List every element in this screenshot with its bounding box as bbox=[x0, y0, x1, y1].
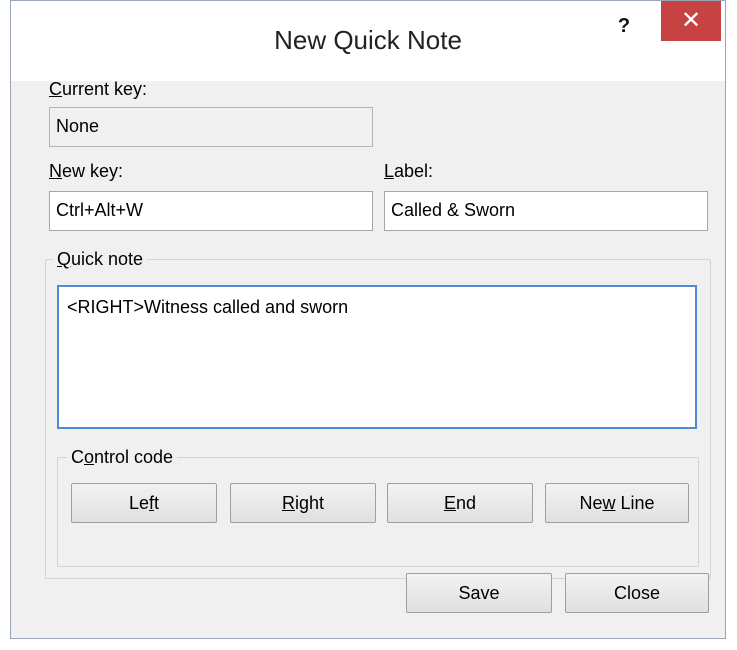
label-field[interactable]: Called & Sworn bbox=[384, 191, 708, 231]
save-button[interactable]: Save bbox=[406, 573, 552, 613]
current-key-label: Current key: bbox=[49, 79, 148, 99]
quick-note-dialog: New Quick Note ? ✕ Current key: None New… bbox=[10, 0, 726, 639]
title-bar: New Quick Note ? ✕ bbox=[11, 1, 725, 81]
left-button[interactable]: Left bbox=[71, 483, 217, 523]
help-icon[interactable]: ? bbox=[609, 11, 639, 41]
close-window-icon[interactable]: ✕ bbox=[661, 1, 721, 41]
new-line-button[interactable]: New Line bbox=[545, 483, 689, 523]
new-key-label: New key: bbox=[49, 161, 124, 181]
label-field-label: Label: bbox=[384, 161, 434, 181]
quick-note-textarea[interactable]: <RIGHT>Witness called and sworn bbox=[57, 285, 697, 429]
end-button[interactable]: End bbox=[387, 483, 533, 523]
current-key-field: None bbox=[49, 107, 373, 147]
close-button[interactable]: Close bbox=[565, 573, 709, 613]
right-button[interactable]: Right bbox=[230, 483, 376, 523]
new-key-field[interactable]: Ctrl+Alt+W bbox=[49, 191, 373, 231]
quick-note-group-label: Quick note bbox=[53, 249, 148, 270]
control-code-group-label: Control code bbox=[67, 447, 178, 468]
